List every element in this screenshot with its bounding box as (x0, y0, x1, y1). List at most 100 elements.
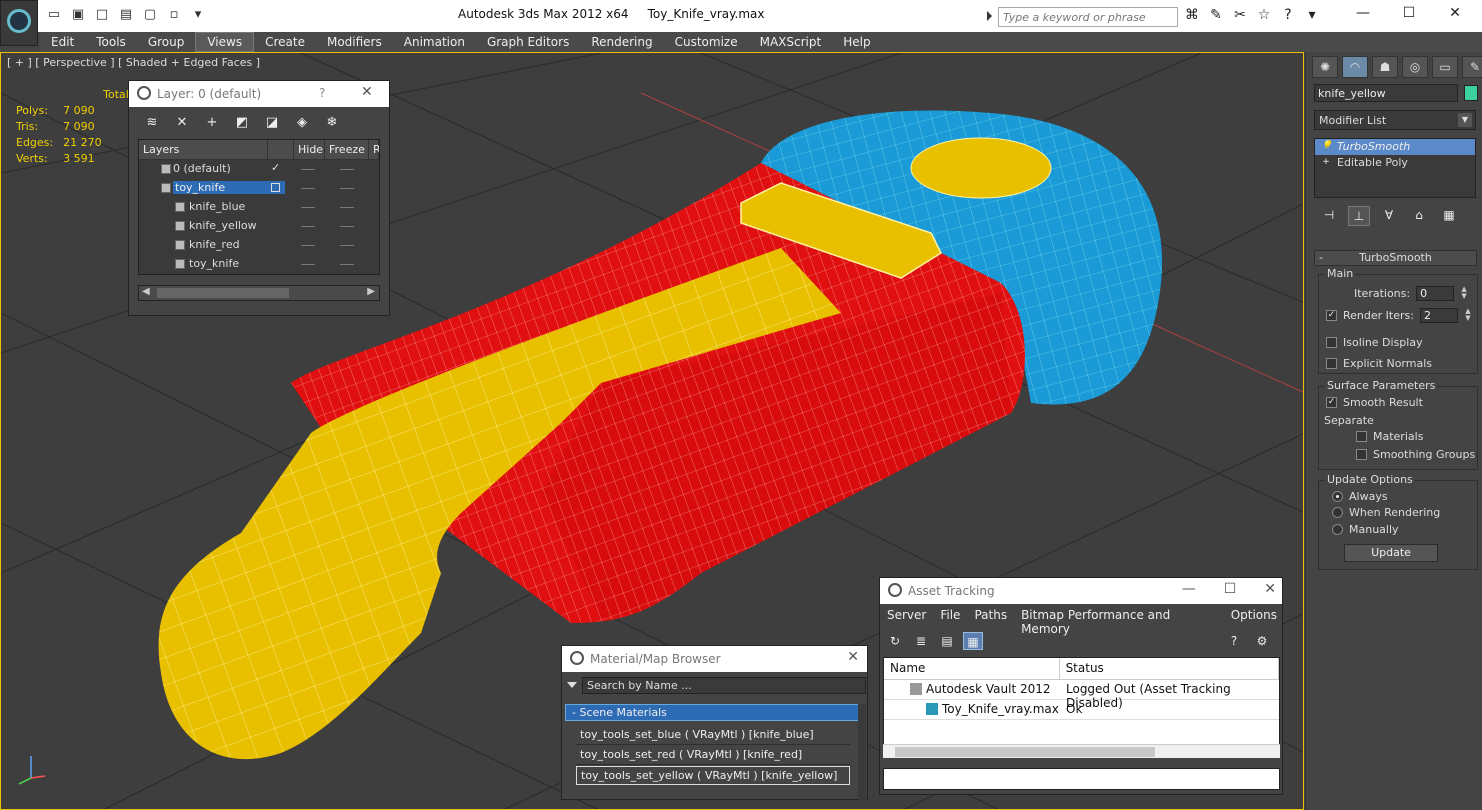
favorites-icon[interactable]: ☆ (1254, 6, 1274, 24)
motion-tab-icon[interactable]: ◎ (1402, 56, 1428, 78)
layer-row[interactable]: knife_blue (139, 198, 379, 217)
spinner-arrows-icon[interactable]: ▲ ▼ (1460, 286, 1468, 301)
column-layers[interactable]: Layers (139, 140, 269, 159)
menu-create[interactable]: Create (254, 32, 316, 52)
hide-toggle[interactable] (301, 226, 315, 227)
layer-row[interactable]: knife_red (139, 236, 379, 255)
material-item[interactable]: toy_tools_set_red ( VRayMtl ) [knife_red… (576, 746, 850, 765)
freeze-all-icon[interactable]: ❄ (323, 115, 341, 131)
material-search-input[interactable]: Search by Name ... (582, 677, 866, 694)
hierarchy-tab-icon[interactable]: ☗ (1372, 56, 1398, 78)
remove-modifier-icon[interactable]: ⌂ (1408, 206, 1430, 226)
freeze-toggle[interactable] (340, 226, 354, 227)
set-current-layer-icon[interactable] (271, 183, 280, 192)
manually-radio[interactable] (1332, 524, 1343, 535)
column-hide[interactable]: Hide (294, 140, 325, 159)
thumbnail-view-icon[interactable]: ▤ (937, 632, 957, 650)
save-icon[interactable]: ▣ (68, 6, 88, 24)
stack-item-editable-poly[interactable]: + Editable Poly (1315, 155, 1475, 171)
freeze-toggle[interactable] (340, 207, 354, 208)
search-expand-icon[interactable] (987, 11, 992, 21)
menu-server[interactable]: Server (880, 606, 933, 626)
menu-paths[interactable]: Paths (967, 606, 1014, 626)
column-name[interactable]: Name (884, 658, 1060, 679)
help-icon[interactable]: ? (1224, 632, 1244, 650)
asset-horizontal-scrollbar[interactable] (883, 744, 1280, 758)
asset-tracking-titlebar[interactable]: Asset Tracking — ☐ ✕ (880, 578, 1282, 604)
knife-yellow-button[interactable] (910, 137, 1052, 199)
scene-materials-header[interactable]: - Scene Materials (565, 704, 859, 721)
maximize-button[interactable]: ☐ (1386, 0, 1432, 28)
hide-toggle[interactable] (301, 207, 315, 208)
material-vertical-scrollbar[interactable] (858, 704, 866, 800)
project-icon[interactable]: ▫ (164, 6, 184, 24)
search-input[interactable]: Type a keyword or phrase (998, 7, 1178, 27)
layer-row[interactable]: toy_knife (139, 179, 379, 198)
close-icon[interactable]: ✕ (847, 649, 859, 665)
turbosmooth-rollout-header[interactable]: - TurboSmooth (1314, 250, 1477, 266)
settings-icon[interactable]: ⚙ (1252, 632, 1272, 650)
list-view-icon[interactable]: ≣ (911, 632, 931, 650)
layer-dialog-titlebar[interactable]: Layer: 0 (default) ? ✕ (129, 81, 389, 107)
help-icon[interactable]: ? (319, 86, 325, 100)
menu-rendering[interactable]: Rendering (580, 32, 663, 52)
open-icon[interactable]: ▭ (44, 6, 64, 24)
highlight-layer-icon[interactable]: ◪ (263, 115, 281, 131)
new-icon[interactable]: □ (92, 6, 112, 24)
communication-icon[interactable]: ✂ (1230, 6, 1250, 24)
hide-all-icon[interactable]: ◈ (293, 115, 311, 131)
render-iters-checkbox[interactable]: ✓ (1326, 310, 1337, 321)
freeze-toggle[interactable] (340, 264, 354, 265)
menu-options[interactable]: Options (1224, 606, 1284, 626)
hold-icon[interactable]: ▤ (116, 6, 136, 24)
app-logo-button[interactable] (0, 0, 38, 46)
freeze-toggle[interactable] (340, 245, 354, 246)
refresh-icon[interactable]: ↻ (885, 632, 905, 650)
menu-group[interactable]: Group (137, 32, 196, 52)
create-tab-icon[interactable]: ✺ (1312, 56, 1338, 78)
material-item[interactable]: toy_tools_set_yellow ( VRayMtl ) [knife_… (576, 766, 850, 785)
iterations-spinner[interactable]: 0 (1416, 286, 1455, 301)
object-color-swatch[interactable] (1464, 85, 1478, 101)
hide-toggle[interactable] (301, 264, 315, 265)
material-item[interactable]: toy_tools_set_blue ( VRayMtl ) [knife_bl… (576, 726, 850, 745)
modifier-list-dropdown[interactable]: Modifier List ▼ (1314, 110, 1476, 130)
table-row[interactable]: Autodesk Vault 2012 Logged Out (Asset Tr… (884, 680, 1279, 710)
close-button[interactable]: ✕ (1264, 581, 1276, 597)
help-icon[interactable]: ? (1278, 6, 1298, 24)
layer-row[interactable]: toy_knife (139, 255, 379, 274)
add-to-layer-icon[interactable]: + (203, 115, 221, 131)
column-render[interactable]: R (369, 140, 379, 159)
pin-stack-icon[interactable]: ⊣ (1318, 206, 1340, 226)
smooth-result-checkbox[interactable]: ✓ (1326, 397, 1337, 408)
table-view-icon[interactable]: ▦ (963, 632, 983, 650)
menu-tools[interactable]: Tools (85, 32, 137, 52)
layer-row[interactable]: 0 (default) ✓ (139, 160, 379, 179)
stack-item-turbosmooth[interactable]: 💡 TurboSmooth (1315, 139, 1475, 155)
close-button[interactable]: ✕ (1432, 0, 1478, 28)
always-radio[interactable] (1332, 491, 1343, 502)
menu-file[interactable]: File (933, 606, 967, 626)
hide-toggle[interactable] (301, 188, 315, 189)
menu-bitmap-performance[interactable]: Bitmap Performance and Memory (1014, 606, 1224, 636)
display-tab-icon[interactable]: ▭ (1432, 56, 1458, 78)
make-unique-icon[interactable]: ∀ (1378, 206, 1400, 226)
menu-animation[interactable]: Animation (393, 32, 476, 52)
menu-maxscript[interactable]: MAXScript (749, 32, 833, 52)
delete-layer-icon[interactable]: ✕ (173, 115, 191, 131)
table-row[interactable]: Toy_Knife_vray.max Ok (884, 700, 1279, 720)
hide-toggle[interactable] (301, 169, 315, 170)
freeze-toggle[interactable] (340, 169, 354, 170)
close-icon[interactable]: ✕ (361, 84, 373, 100)
layer-horizontal-scrollbar[interactable]: ◀ ▶ (138, 285, 380, 301)
menu-help[interactable]: Help (832, 32, 881, 52)
explicit-normals-checkbox[interactable] (1326, 358, 1337, 369)
update-button[interactable]: Update (1344, 544, 1438, 562)
minimize-button[interactable]: — (1182, 581, 1196, 597)
lightbulb-icon[interactable]: 💡 (1321, 141, 1332, 151)
utilities-tab-icon[interactable]: ✎ (1462, 56, 1482, 78)
modify-tab-icon[interactable]: ◠ (1342, 56, 1368, 78)
help-dropdown-icon[interactable]: ▾ (1302, 6, 1322, 24)
binoculars-icon[interactable]: ⌘ (1182, 6, 1202, 24)
isoline-checkbox[interactable] (1326, 337, 1337, 348)
